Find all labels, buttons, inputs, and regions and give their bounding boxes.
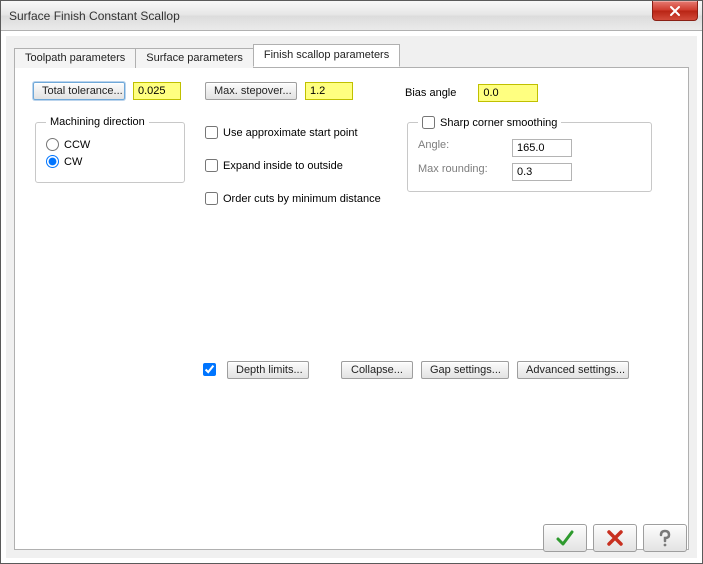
option-order-cuts[interactable]: Order cuts by minimum distance [205,192,405,205]
total-tolerance-group: Total tolerance... 0.025 [33,82,181,100]
checkbox-sharp-corner[interactable] [422,116,435,129]
bias-angle-label: Bias angle [405,87,456,99]
radio-ccw-row[interactable]: CCW [46,138,174,151]
options-group: Use approximate start point Expand insid… [205,122,405,209]
radio-cw[interactable] [46,155,59,168]
gap-settings-button[interactable]: Gap settings... [421,361,509,379]
max-stepover-field[interactable]: 1.2 [305,82,353,100]
checkbox-expand-inside[interactable] [205,159,218,172]
depth-limits-button[interactable]: Depth limits... [227,361,309,379]
machining-direction-legend: Machining direction [46,116,149,128]
check-icon [555,528,575,548]
cancel-button[interactable] [593,524,637,552]
label-order-cuts: Order cuts by minimum distance [223,193,381,205]
sharp-corner-toggle[interactable]: Sharp corner smoothing [422,116,557,129]
total-tolerance-field[interactable]: 0.025 [133,82,181,100]
machining-direction-group: Machining direction CCW CW [35,116,185,183]
sharp-corner-group: Sharp corner smoothing Angle: Max roundi… [407,116,652,192]
tab-surface-parameters[interactable]: Surface parameters [135,48,254,68]
option-approx-start[interactable]: Use approximate start point [205,126,405,139]
advanced-settings-button[interactable]: Advanced settings... [517,361,629,379]
radio-ccw[interactable] [46,138,59,151]
client-area: Toolpath parameters Surface parameters F… [5,35,698,559]
ok-button[interactable] [543,524,587,552]
sharp-angle-label: Angle: [418,139,508,157]
label-expand-inside: Expand inside to outside [223,160,343,172]
collapse-button[interactable]: Collapse... [341,361,413,379]
total-tolerance-button[interactable]: Total tolerance... [33,82,125,100]
checkbox-depth-limits[interactable] [203,363,216,376]
titlebar: Surface Finish Constant Scallop [1,1,702,31]
x-icon [605,528,625,548]
question-icon [655,528,675,548]
window-title: Surface Finish Constant Scallop [9,9,180,23]
radio-cw-row[interactable]: CW [46,155,174,168]
sharp-angle-field[interactable] [512,139,572,157]
checkbox-order-cuts[interactable] [205,192,218,205]
radio-ccw-label: CCW [64,139,90,151]
dialog-window: Surface Finish Constant Scallop Toolpath… [0,0,703,564]
window-close-button[interactable] [652,1,698,21]
tab-finish-scallop-parameters[interactable]: Finish scallop parameters [253,44,400,67]
bottom-button-row: Depth limits... Collapse... Gap settings… [199,360,629,379]
sharp-maxround-label: Max rounding: [418,163,508,181]
bias-angle-group: Bias angle 0.0 [405,84,538,102]
tab-page-finish-scallop: Total tolerance... 0.025 Max. stepover..… [14,68,689,550]
label-approx-start: Use approximate start point [223,127,358,139]
dialog-button-row [543,524,687,552]
sharp-maxround-field[interactable] [512,163,572,181]
max-stepover-button[interactable]: Max. stepover... [205,82,297,100]
max-stepover-group: Max. stepover... 1.2 [205,82,353,100]
label-sharp-corner: Sharp corner smoothing [440,117,557,129]
tabstrip: Toolpath parameters Surface parameters F… [14,44,689,68]
help-button[interactable] [643,524,687,552]
option-expand-inside[interactable]: Expand inside to outside [205,159,405,172]
close-icon [669,5,681,17]
bias-angle-field[interactable]: 0.0 [478,84,538,102]
sharp-corner-legend: Sharp corner smoothing [418,116,561,129]
checkbox-approx-start[interactable] [205,126,218,139]
radio-cw-label: CW [64,156,82,168]
tab-toolpath-parameters[interactable]: Toolpath parameters [14,48,136,68]
